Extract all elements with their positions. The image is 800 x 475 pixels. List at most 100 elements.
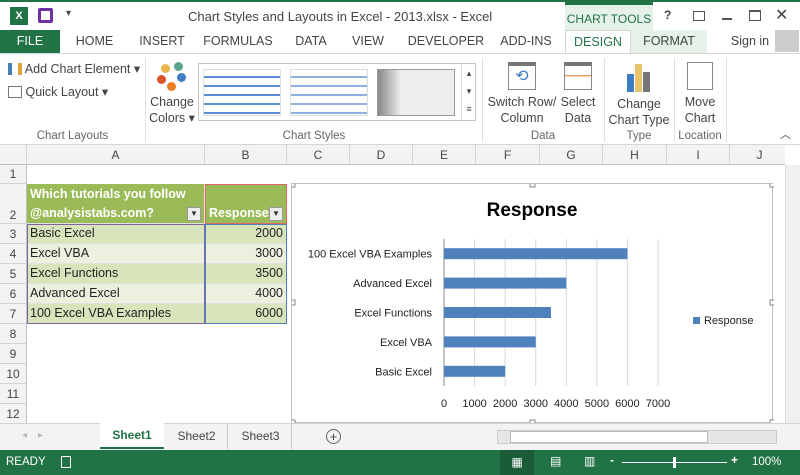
change-colors-button[interactable]: Change Colors ▾ [148, 60, 196, 126]
x-tick-label: 4000 [554, 398, 578, 410]
bar [444, 365, 506, 377]
row-header[interactable]: 2 [0, 184, 27, 224]
tab-view[interactable]: VIEW [346, 30, 390, 53]
column-header[interactable]: C [287, 145, 350, 165]
column-header[interactable]: H [603, 145, 667, 165]
new-sheet-icon[interactable]: + [326, 429, 341, 444]
switch-row-column-icon: ⟲ [508, 62, 536, 90]
resize-handle [289, 181, 296, 188]
select-all[interactable] [0, 145, 27, 165]
tab-design[interactable]: DESIGN [565, 30, 631, 54]
sheet-tab-sheet3[interactable]: Sheet3 [230, 424, 292, 449]
horizontal-scrollbar[interactable] [497, 430, 777, 444]
page-layout-view-icon[interactable]: ▤ [550, 454, 561, 468]
row-header[interactable]: 8 [0, 324, 27, 344]
macro-record-icon[interactable] [61, 456, 71, 468]
bar-chart: Response 0 1000 2000 3000 4000 5000 6000 7000 100… [289, 181, 776, 426]
change-chart-type-button[interactable]: Change Chart Type [606, 60, 672, 128]
chart-style-2[interactable] [290, 69, 368, 116]
sheet-tab-sheet2[interactable]: Sheet2 [166, 424, 228, 449]
category-label: Excel VBA [380, 337, 433, 349]
row-header[interactable]: 11 [0, 384, 27, 404]
select-data-button[interactable]: Select Data [558, 60, 598, 126]
row-header[interactable]: 12 [0, 404, 27, 423]
help-icon[interactable]: ? [664, 8, 671, 22]
scroll-thumb[interactable] [510, 431, 708, 443]
column-header[interactable]: A [27, 145, 205, 165]
collapse-ribbon-icon[interactable]: ︿ [780, 126, 791, 142]
move-chart-icon [687, 62, 713, 90]
tab-insert[interactable]: INSERT [132, 30, 192, 53]
ribbon-tabs: FILE HOME INSERT FORMULAS DATA VIEW DEVE… [0, 30, 800, 54]
switch-row-column-button[interactable]: ⟲ Switch Row/Column [486, 60, 558, 126]
row-header[interactable]: 1 [0, 165, 27, 184]
normal-view-icon[interactable]: ▦ [500, 450, 534, 475]
chart-styles-group-label: Chart Styles [282, 130, 346, 142]
chart-style-1[interactable] [203, 69, 281, 116]
add-chart-element-button[interactable]: Add Chart Element ▾ [8, 61, 140, 76]
type-group-label: Type [626, 130, 652, 142]
gallery-scroll[interactable]: ▴ ▾ ≡ [461, 64, 476, 120]
row-header[interactable]: 6 [0, 284, 27, 304]
ribbon-display-icon[interactable] [693, 11, 705, 21]
sheet-tab-sheet1[interactable]: Sheet1 [100, 423, 164, 449]
filter-dropdown-icon[interactable]: ▼ [269, 207, 283, 221]
table-header-response[interactable]: Response ▼ [205, 184, 287, 224]
chart-type-icon [627, 62, 651, 92]
column-header[interactable]: D [350, 145, 413, 165]
sign-in-link[interactable]: Sign in [728, 30, 772, 53]
row-header[interactable]: 4 [0, 244, 27, 264]
chart-layouts-group-label: Chart Layouts [36, 130, 109, 142]
tab-home[interactable]: HOME [67, 30, 122, 53]
zoom-slider[interactable] [622, 457, 727, 468]
x-tick-label: 3000 [523, 398, 547, 410]
tab-formulas[interactable]: FORMULAS [200, 30, 276, 53]
filter-dropdown-icon[interactable]: ▼ [187, 207, 201, 221]
column-header[interactable]: I [667, 145, 730, 165]
prev-sheet-icon[interactable]: ◂ [22, 430, 27, 441]
column-header[interactable]: E [413, 145, 476, 165]
zoom-out-button[interactable]: - [610, 453, 614, 467]
zoom-level[interactable]: 100% [752, 456, 781, 468]
tab-add-ins[interactable]: ADD-INS [496, 30, 556, 53]
category-label: Basic Excel [375, 366, 432, 378]
quick-layout-button[interactable]: Quick Layout ▾ [8, 84, 108, 99]
category-label: Excel Functions [354, 308, 432, 320]
category-label: 100 Excel VBA Examples [308, 249, 433, 261]
chart-styles-gallery[interactable]: ▴ ▾ ≡ [198, 63, 476, 121]
x-tick-label: 5000 [585, 398, 609, 410]
zoom-slider-thumb[interactable] [673, 457, 676, 468]
row-header[interactable]: 7 [0, 304, 27, 324]
column-header[interactable]: B [205, 145, 287, 165]
row-header[interactable]: 10 [0, 364, 27, 384]
chart[interactable]: Response 0 1000 2000 3000 4000 5000 6000 7000 100… [289, 181, 776, 426]
ready-status: READY [6, 456, 46, 468]
page-break-view-icon[interactable]: ▥ [584, 454, 595, 468]
zoom-in-button[interactable]: + [731, 453, 738, 467]
row-header[interactable]: 3 [0, 224, 27, 244]
chart-style-3[interactable] [377, 69, 455, 116]
next-sheet-icon[interactable]: ▸ [38, 430, 43, 441]
bar [444, 248, 628, 260]
vertical-scrollbar[interactable] [785, 165, 800, 423]
customize-toolbar-icon[interactable]: ▾ [66, 8, 71, 19]
tab-format[interactable]: FORMAT [631, 30, 707, 53]
table-header-question[interactable]: Which tutorials you follow @analysistabs… [27, 184, 205, 224]
row-header[interactable]: 9 [0, 344, 27, 364]
maximize-icon[interactable] [749, 10, 761, 21]
save-icon[interactable] [38, 8, 53, 23]
column-header[interactable]: J [730, 145, 785, 165]
resize-handle [529, 181, 536, 188]
column-header[interactable]: G [540, 145, 603, 165]
close-icon[interactable]: ✕ [775, 5, 788, 25]
row-header[interactable]: 5 [0, 264, 27, 284]
move-chart-button[interactable]: Move Chart [676, 60, 724, 126]
resize-handle [289, 299, 296, 306]
tab-file[interactable]: FILE [0, 30, 60, 53]
x-tick-label: 7000 [646, 398, 670, 410]
tab-data[interactable]: DATA [288, 30, 334, 53]
avatar[interactable] [775, 30, 799, 52]
minimize-icon[interactable] [722, 18, 732, 20]
tab-developer[interactable]: DEVELOPER [404, 30, 488, 53]
column-header[interactable]: F [476, 145, 540, 165]
